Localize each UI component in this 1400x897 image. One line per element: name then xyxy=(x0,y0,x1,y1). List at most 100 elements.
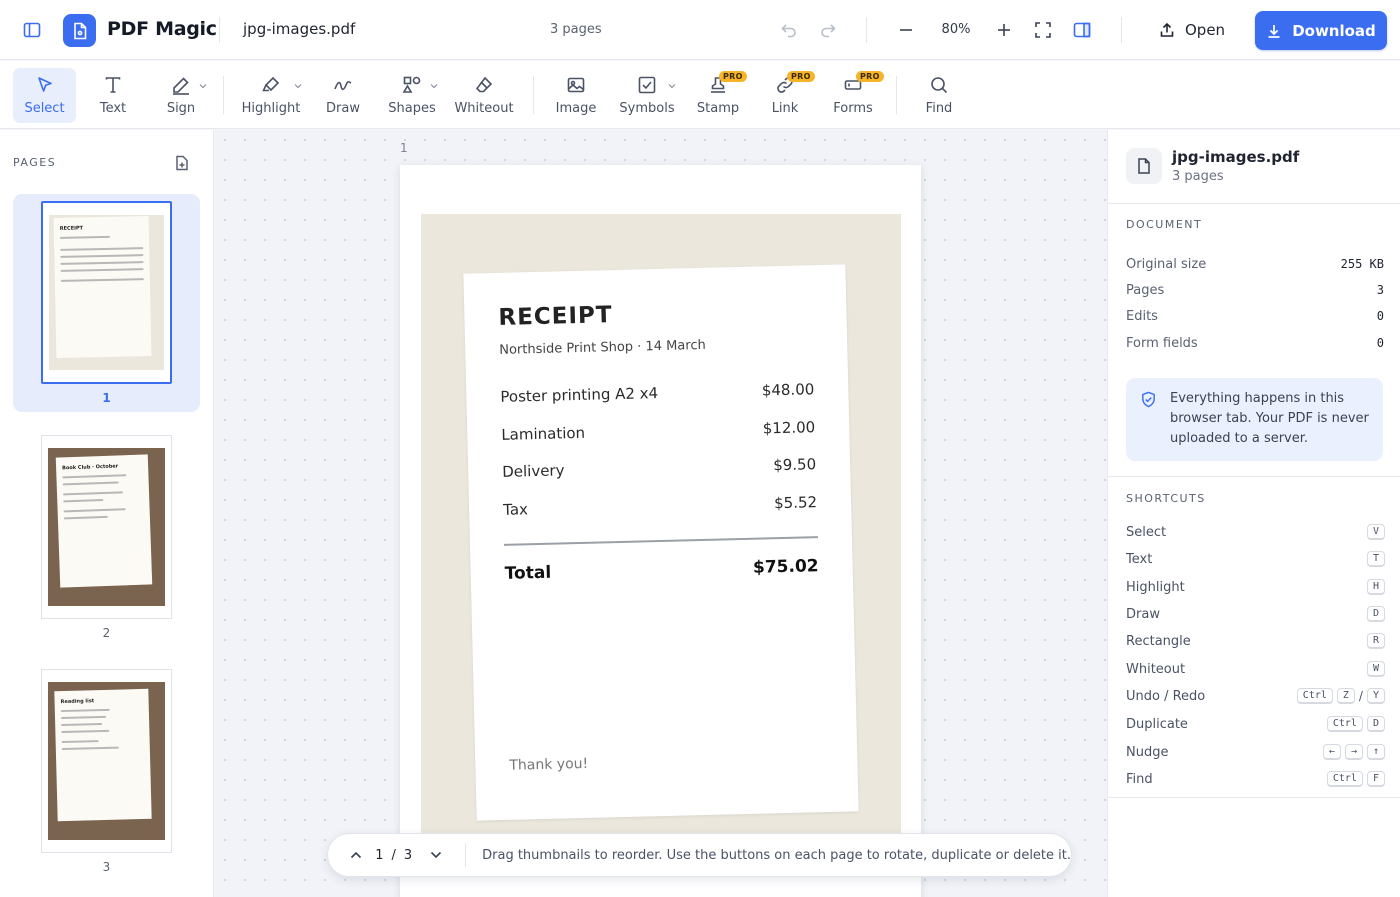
right-panel-icon xyxy=(1073,22,1091,38)
shapes-icon xyxy=(402,76,421,93)
shortcut-keys: T xyxy=(1366,551,1385,567)
fit-page-button[interactable] xyxy=(1027,14,1059,46)
stat-label: Edits xyxy=(1126,309,1158,324)
shortcuts-section-title: SHORTCUTS xyxy=(1126,492,1206,505)
divider xyxy=(465,843,467,867)
receipt-rule xyxy=(503,536,818,546)
tool-stamp[interactable]: Stamp PRO xyxy=(690,68,747,123)
tool-text[interactable]: Text xyxy=(88,68,138,123)
key-separator: / xyxy=(1358,689,1363,703)
keyboard-key: Z xyxy=(1336,688,1355,704)
add-page-icon xyxy=(176,155,188,171)
divider xyxy=(1121,17,1122,43)
document-pages: 3 pages xyxy=(1172,169,1224,184)
privacy-notice: Everything happens in this browser tab. … xyxy=(1126,378,1383,461)
receipt-subtitle: Northside Print Shop · 14 March xyxy=(499,337,706,358)
pro-badge: PRO xyxy=(787,71,815,82)
tool-link[interactable]: Link PRO xyxy=(762,68,815,123)
page-label: 1 xyxy=(400,141,408,155)
thumbnail-paper: Book Club · October xyxy=(55,454,153,588)
previous-page-button[interactable] xyxy=(344,840,367,870)
keyboard-key: Ctrl xyxy=(1326,716,1363,732)
chevron-up-icon xyxy=(350,851,361,859)
pro-badge: PRO xyxy=(719,71,747,82)
shortcut-row: Highlight H xyxy=(1126,579,1385,595)
page-number: 2 xyxy=(102,626,111,640)
page-thumbnail-2[interactable]: Book Club · October 2 xyxy=(13,429,200,647)
keyboard-key: D xyxy=(1366,716,1385,732)
keyboard-key: W xyxy=(1366,661,1385,677)
divider xyxy=(896,76,897,114)
tool-symbols[interactable]: Symbols xyxy=(616,68,678,123)
stat-original-size: Original size 255 KB xyxy=(1126,257,1384,272)
total-pages: 3 xyxy=(403,847,413,863)
redo-icon xyxy=(821,24,836,38)
divider xyxy=(533,76,534,114)
tool-label: Stamp xyxy=(696,101,740,116)
item-name: Delivery xyxy=(502,461,565,481)
divider xyxy=(866,17,867,43)
shortcut-row: Nudge ← → ↑ xyxy=(1126,744,1385,760)
tool-sign[interactable]: Sign xyxy=(155,68,207,123)
keyboard-key: V xyxy=(1366,524,1385,540)
divider xyxy=(1108,203,1400,204)
shortcut-row: Undo / Redo Ctrl Z / Y xyxy=(1126,688,1385,704)
zoom-level[interactable]: 80% xyxy=(940,22,972,37)
zoom-in-button[interactable] xyxy=(988,14,1020,46)
thumbnail-title: RECEIPT xyxy=(59,225,84,232)
tool-forms[interactable]: Forms PRO xyxy=(826,68,884,123)
receipt-thanks: Thank you! xyxy=(509,755,589,774)
page-thumbnail-1[interactable]: RECEIPT 1 xyxy=(13,194,200,412)
current-page[interactable]: 1 xyxy=(375,848,383,863)
shortcut-keys: Ctrl F xyxy=(1326,771,1385,787)
shortcut-row: Rectangle R xyxy=(1126,633,1385,649)
divider xyxy=(1108,797,1400,798)
keyboard-key: Ctrl xyxy=(1326,771,1363,787)
add-page-button[interactable] xyxy=(170,151,194,175)
document-panel: jpg-images.pdf 3 pages DOCUMENT Original… xyxy=(1107,130,1400,897)
thumbnail-paper: RECEIPT xyxy=(53,216,152,358)
highlighter-icon xyxy=(262,76,280,92)
zoom-out-button[interactable] xyxy=(890,14,922,46)
text-icon xyxy=(105,77,121,93)
download-button[interactable]: Download xyxy=(1255,11,1387,50)
keyboard-key: F xyxy=(1366,771,1385,787)
next-page-button[interactable] xyxy=(424,840,447,870)
toggle-sidebar-button[interactable] xyxy=(16,14,48,46)
page-count: 3 pages xyxy=(550,22,602,37)
receipt-total: Total $75.02 xyxy=(504,556,818,584)
page-thumbnail-3[interactable]: Reading list 3 xyxy=(13,663,200,881)
stat-form-fields: Form fields 0 xyxy=(1126,336,1384,351)
tool-draw[interactable]: Draw xyxy=(318,68,368,123)
tool-find[interactable]: Find xyxy=(914,68,964,123)
total-value: $75.02 xyxy=(752,556,819,578)
tool-whiteout[interactable]: Whiteout xyxy=(452,68,516,123)
tool-highlight[interactable]: Highlight xyxy=(238,68,304,123)
pages-title: PAGES xyxy=(13,156,57,169)
tool-shapes[interactable]: Shapes xyxy=(383,68,441,123)
item-name: Lamination xyxy=(501,423,586,444)
undo-button[interactable] xyxy=(773,14,805,46)
shortcut-keys: R xyxy=(1366,633,1385,649)
thumbnail-title: Reading list xyxy=(60,698,95,706)
privacy-notice-text: Everything happens in this browser tab. … xyxy=(1170,391,1369,446)
shortcut-row: Duplicate Ctrl D xyxy=(1126,716,1385,732)
open-button[interactable]: Open xyxy=(1147,12,1237,48)
tool-image[interactable]: Image xyxy=(550,68,602,123)
tool-select[interactable]: Select xyxy=(13,68,76,123)
document-canvas[interactable]: 1 RECEIPT Northside Print Shop · 14 Marc… xyxy=(215,130,1107,897)
pdf-page[interactable]: RECEIPT Northside Print Shop · 14 March … xyxy=(400,165,921,897)
search-icon xyxy=(931,77,948,94)
keyboard-key: ← xyxy=(1322,744,1341,760)
stat-label: Form fields xyxy=(1126,336,1198,351)
shortcut-keys: W xyxy=(1366,661,1385,677)
redo-button[interactable] xyxy=(812,14,844,46)
chevron-down-icon xyxy=(430,851,441,859)
minus-icon xyxy=(900,29,912,31)
image-icon xyxy=(567,77,585,93)
file-icon xyxy=(1138,158,1150,174)
toggle-panel-button[interactable] xyxy=(1066,14,1098,46)
divider xyxy=(1108,476,1400,477)
upload-icon xyxy=(1160,22,1174,37)
stat-label: Pages xyxy=(1126,283,1165,298)
